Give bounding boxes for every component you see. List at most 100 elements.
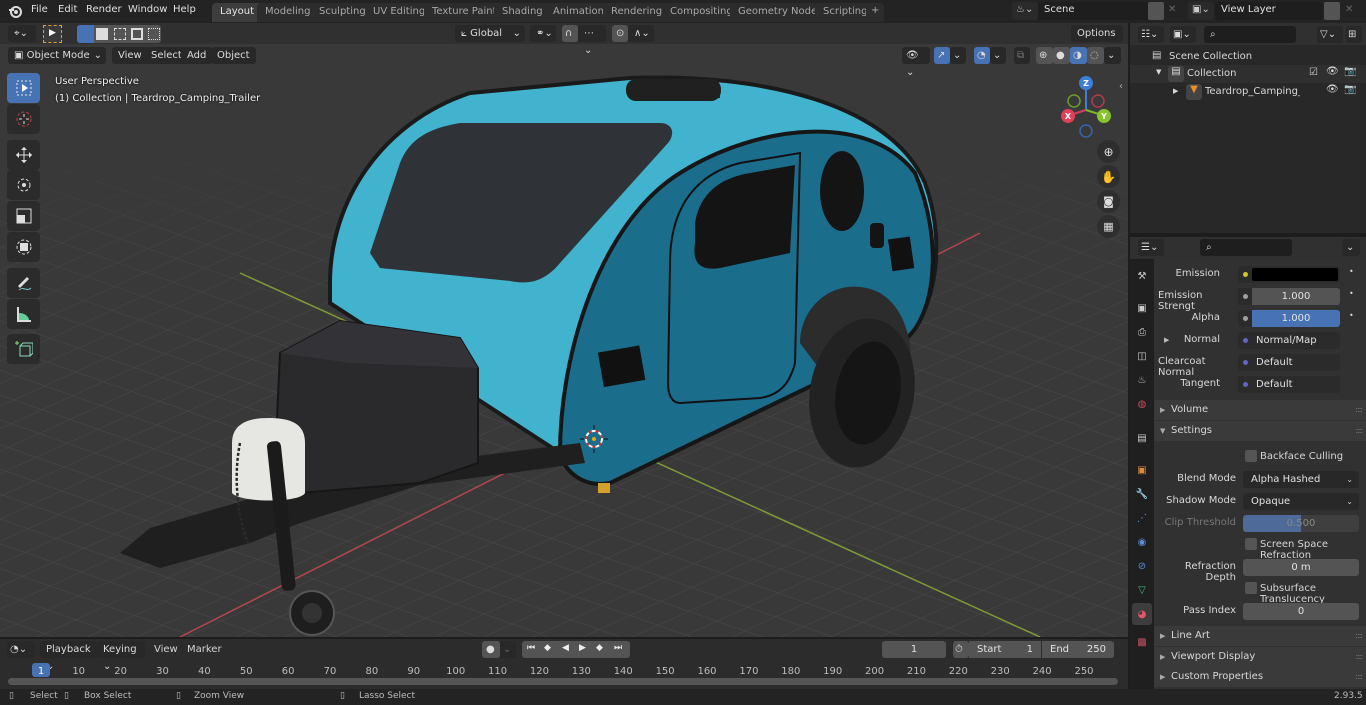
display-mode-dropdown[interactable]: ▣⌄ [1170,26,1196,43]
outliner-search-input[interactable]: ⌕ [1204,26,1296,43]
play-reverse-icon[interactable]: ◀ [562,643,569,653]
blend-mode-dropdown[interactable]: Alpha Hashed ⌄ [1243,471,1359,488]
screen-space-refraction-checkbox[interactable] [1245,538,1257,550]
panel-settings[interactable]: ▼ Settings:::: [1154,421,1366,441]
tool-rotate[interactable] [7,170,40,200]
filter-dropdown[interactable]: ▽⌄ [1317,26,1343,43]
select-intersect-icon[interactable] [148,28,160,40]
end-frame-field[interactable]: End 250 [1042,641,1114,658]
tab-compositing[interactable]: Compositing [662,3,741,22]
tool-transform[interactable] [7,232,40,262]
tab-texture-paint[interactable]: Texture Paint [424,3,505,22]
panel-viewport-display[interactable]: ▶ Viewport Display:::: [1154,647,1366,667]
transform-orientation-dropdown[interactable]: ⟀ Global ⌄ [455,25,525,42]
panel-custom-properties[interactable]: ▶ Custom Properties:::: [1154,667,1366,687]
overlays-dropdown[interactable]: ⌄ [990,47,1006,64]
menu-object[interactable]: Object [211,47,256,64]
tab-data[interactable]: ▽ [1132,579,1152,601]
visibility-dropdown[interactable]: 👁⌄ [902,47,930,78]
exclude-checkbox[interactable]: ☑ [1309,67,1318,78]
panel-line-art[interactable]: ▶ Line Art:::: [1154,626,1366,646]
proportional-edit-toggle[interactable]: ⊙ [612,25,628,42]
scene-selector-icon[interactable]: ♨⌄ [1012,2,1038,20]
menu-file[interactable]: File [31,4,48,15]
select-invert-icon[interactable] [131,28,143,40]
outliner-editor-type[interactable]: ☷⌄ [1138,26,1164,43]
keyframe-dot-icon[interactable]: • [1349,267,1354,276]
panel-volume[interactable]: ▶ Volume:::: [1154,400,1366,420]
tab-output[interactable]: ⎙ [1132,321,1152,343]
delete-scene-icon[interactable]: ✕ [1168,4,1176,15]
tab-texture[interactable]: ▩ [1132,631,1152,653]
xray-toggle[interactable]: ⧉ [1014,47,1030,64]
render-camera-icon[interactable]: 📷 [1344,66,1356,77]
normal-input-field[interactable]: Normal/Map [1238,332,1340,349]
new-collection-button[interactable]: ⊞ [1346,26,1362,43]
next-keyframe-icon[interactable]: ◆ [596,643,603,653]
tab-material[interactable]: ◕ [1132,603,1152,625]
render-camera-icon[interactable]: 📷 [1344,84,1356,95]
tool-annotate[interactable] [7,268,40,298]
sidebar-toggle-icon[interactable]: ‹ [1119,81,1123,92]
tangent-field[interactable]: Default [1238,376,1340,393]
visibility-eye-icon[interactable]: 👁 [1326,66,1339,77]
refraction-depth-field[interactable]: 0 m [1243,559,1359,576]
view-layer-selector-icon[interactable]: ▣⌄ [1188,2,1214,20]
menu-view[interactable]: View [112,47,148,64]
add-workspace-button[interactable]: + [866,3,885,22]
properties-options-dropdown[interactable]: ⌄ [1342,239,1360,256]
auto-keying-toggle[interactable]: ● [482,641,500,658]
keyframe-dot-icon[interactable]: • [1349,311,1354,320]
proportional-falloff-dropdown[interactable]: ∧⌄ [628,25,654,42]
select-subtract-icon[interactable] [114,28,126,40]
pivot-point-dropdown[interactable]: ⚭⌄ [530,25,556,42]
jump-end-icon[interactable]: ⏭ [614,643,622,653]
delete-view-layer-icon[interactable]: ✕ [1345,4,1353,15]
timeline-editor-type[interactable]: ◔⌄ [7,641,35,658]
tab-layout[interactable]: Layout [212,3,262,22]
select-extend-icon[interactable] [96,28,108,40]
camera-view-button[interactable]: ◙ [1097,190,1120,213]
select-new-icon[interactable] [77,25,94,43]
active-tool-select-icon[interactable]: ▶ [43,25,62,43]
tab-render[interactable]: ▣ [1132,297,1152,319]
shading-rendered[interactable]: ◌ [1087,47,1104,64]
preview-range-toggle[interactable]: ⏱ [953,641,969,658]
menu-add[interactable]: Add [181,47,213,64]
menu-edit[interactable]: Edit [58,4,77,15]
tool-select-box[interactable] [7,73,40,103]
tab-object[interactable]: ▣ [1132,459,1152,481]
pass-index-field[interactable]: 0 [1243,603,1359,620]
tab-animation[interactable]: Animation [545,3,612,22]
scene-name-field[interactable]: Scene [1038,2,1148,20]
ortho-toggle-button[interactable]: ▦ [1097,215,1120,238]
options-dropdown[interactable]: Options ⌄ [1071,25,1123,56]
visibility-eye-icon[interactable]: 👁 [1326,84,1339,95]
timeline-scrollbar[interactable] [8,678,1118,685]
tab-rendering[interactable]: Rendering [603,3,671,22]
pan-view-button[interactable]: ✋ [1097,165,1120,188]
new-scene-icon[interactable] [1148,2,1164,20]
tab-constraints[interactable]: ⊘ [1132,555,1152,577]
keying-set-dropdown[interactable]: ⌄ [500,641,516,658]
shading-dropdown[interactable]: ⌄ [1104,47,1121,64]
emission-color-field[interactable] [1238,266,1340,283]
tab-uv-editing[interactable]: UV Editing [365,3,434,22]
snap-toggle[interactable]: ∩ [562,25,578,42]
gizmo-dropdown[interactable]: ⌄ [950,47,966,64]
menu-playback[interactable]: Playback ⌄ [40,641,97,672]
new-view-layer-icon[interactable] [1324,2,1340,20]
expand-arrow-icon[interactable]: ▶ [1173,87,1178,95]
blender-logo-icon[interactable] [8,4,23,19]
tool-measure[interactable] [7,299,40,329]
outliner-row-scene-collection[interactable]: ▤ Scene Collection [1130,48,1366,66]
menu-keying[interactable]: Keying ⌄ [97,641,145,672]
object-mode-dropdown[interactable]: ▣ Object Mode ⌄ [8,47,106,64]
menu-window[interactable]: Window [128,4,167,15]
outliner-row-object[interactable]: ▶ ▼ Teardrop_Camping_Trailer 👁 📷 [1130,83,1366,101]
tab-physics[interactable]: ◉ [1132,531,1152,553]
shading-solid[interactable]: ● [1053,47,1070,64]
menu-render[interactable]: Render [86,4,122,15]
backface-culling-checkbox[interactable] [1245,450,1257,462]
tab-particles[interactable]: ⋰ [1132,507,1152,529]
